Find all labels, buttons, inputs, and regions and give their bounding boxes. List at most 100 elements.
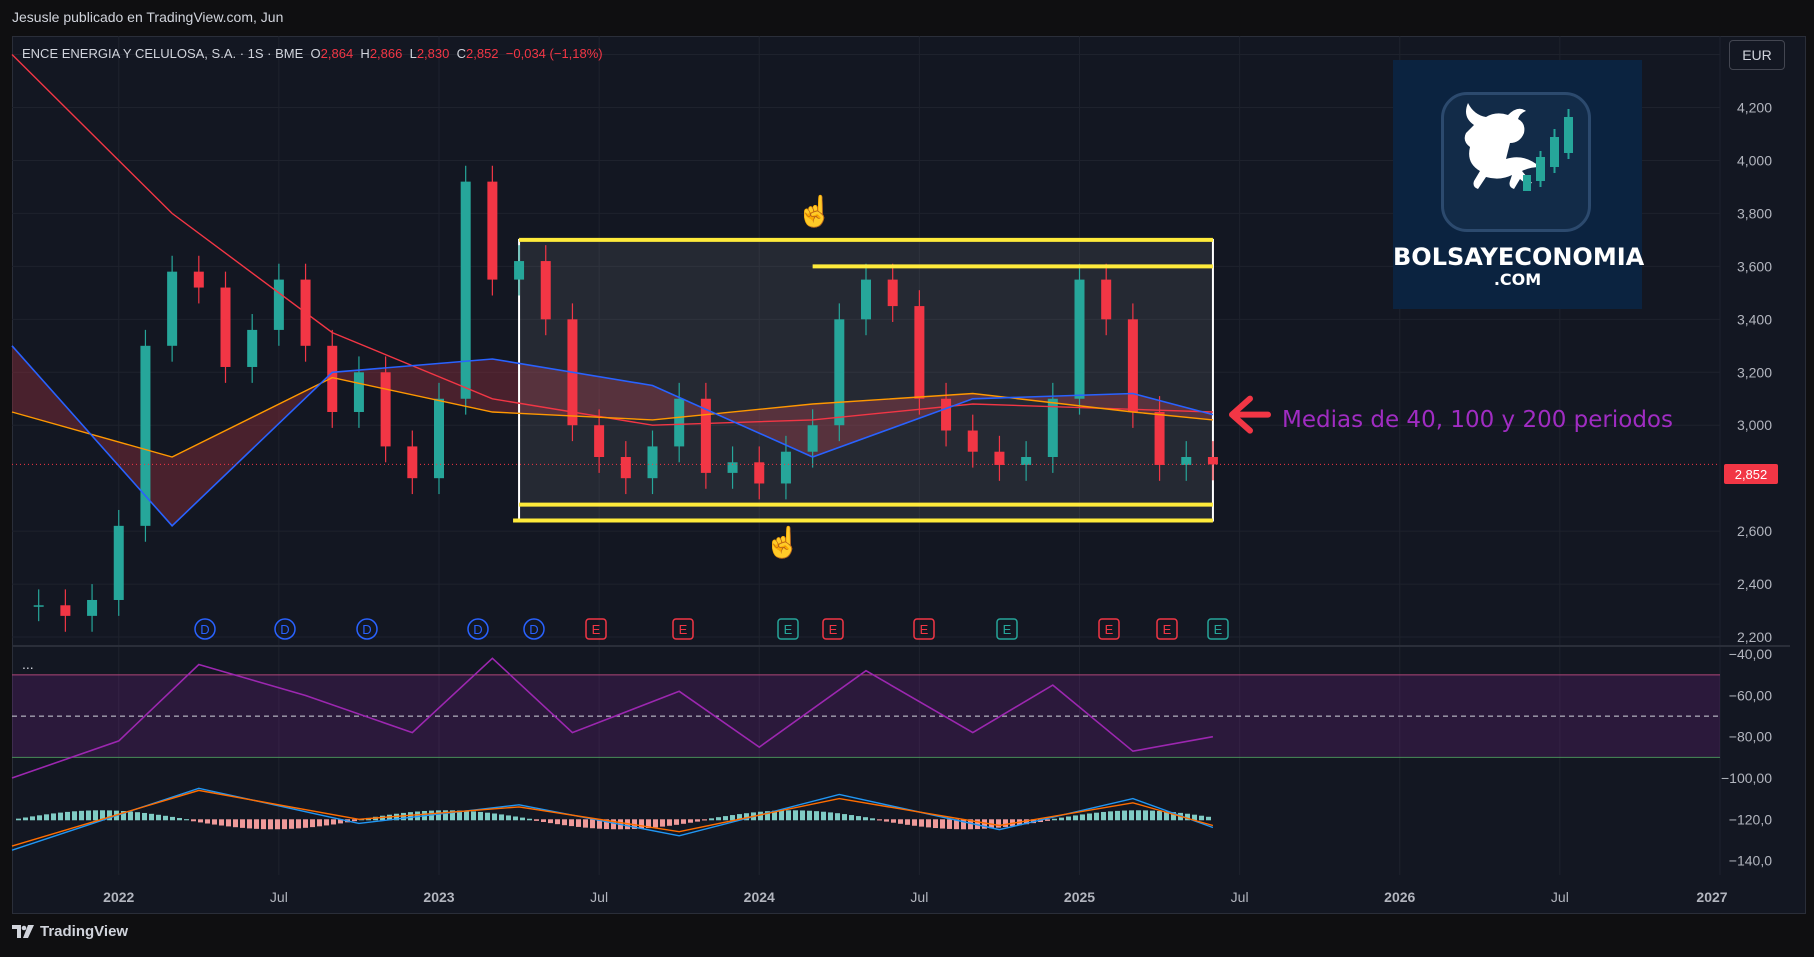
event-marker-label: D	[529, 622, 538, 637]
candle-body	[994, 451, 1005, 465]
macd-histogram-bar	[933, 819, 938, 829]
event-marker-label: E	[1163, 622, 1172, 637]
macd-histogram-bar	[541, 819, 546, 823]
macd-histogram-bar	[1080, 814, 1085, 821]
close-label: C	[456, 46, 466, 61]
macd-histogram-bar	[247, 819, 252, 829]
macd-histogram-bar	[877, 819, 882, 821]
bolsayeconomia-logo: BOLSAYECONOMIA .COM	[1393, 60, 1644, 309]
candle-body	[834, 319, 845, 426]
macd-histogram-bar	[870, 818, 875, 821]
macd-histogram-bar	[184, 819, 189, 821]
macd-histogram-bar	[128, 811, 133, 821]
candle-body	[353, 372, 364, 412]
candle-body	[941, 398, 952, 431]
macd-histogram-bar	[842, 814, 847, 821]
time-tick-label: 2026	[1384, 889, 1415, 905]
macd-histogram-bar	[261, 819, 266, 830]
macd-histogram-bar	[695, 819, 700, 822]
candle-body	[407, 446, 418, 479]
pane-menu-button[interactable]: ...	[22, 656, 34, 672]
macd-histogram-bar	[786, 810, 791, 821]
macd-histogram-bar	[653, 819, 658, 828]
macd-histogram-bar	[1108, 811, 1113, 821]
macd-histogram-bar	[268, 819, 273, 830]
macd-histogram-bar	[1157, 810, 1162, 821]
price-tick-label: 2,600	[1737, 523, 1772, 539]
macd-histogram-bar	[667, 819, 672, 826]
time-tick-label: 2022	[103, 889, 134, 905]
macd-histogram-bar	[506, 815, 511, 821]
macd-histogram-bar	[583, 819, 588, 828]
price-tick-label: 2,400	[1737, 576, 1772, 592]
macd-histogram-bar	[814, 811, 819, 821]
arrow-left-icon	[1229, 395, 1271, 434]
osc-tick-label: −140,0	[1729, 853, 1772, 869]
low-value: 2,830	[416, 46, 450, 61]
macd-histogram-bar	[44, 814, 49, 821]
candle-body	[1181, 457, 1192, 465]
macd-histogram-bar	[177, 818, 182, 821]
event-marker-label: D	[200, 622, 209, 637]
macd-histogram-bar	[513, 816, 518, 821]
macd-histogram-bar	[940, 819, 945, 829]
candle-body	[780, 451, 791, 484]
macd-histogram-bar	[919, 819, 924, 827]
macd-histogram-bar	[947, 819, 952, 829]
macd-histogram-bar	[254, 819, 259, 829]
candle-body	[60, 605, 71, 616]
currency-button[interactable]: EUR	[1729, 40, 1785, 70]
macd-histogram-bar	[499, 814, 504, 821]
macd-histogram-bar	[219, 819, 224, 826]
macd-histogram-bar	[464, 810, 469, 821]
price-tick-label: 4,200	[1737, 99, 1772, 115]
last-price-badge: 2,852	[1724, 464, 1778, 484]
macd-histogram-bar	[93, 810, 98, 821]
candle-body	[967, 430, 978, 452]
candle-body	[87, 599, 98, 616]
macd-histogram-bar	[51, 813, 56, 821]
macd-histogram-bar	[1136, 810, 1141, 821]
macd-histogram-bar	[436, 810, 441, 821]
macd-histogram-bar	[730, 815, 735, 821]
macd-histogram-bar	[282, 819, 287, 830]
osc-tick-label: −60,00	[1729, 687, 1772, 703]
macd-histogram-bar	[821, 811, 826, 821]
price-tick-label: 3,200	[1737, 364, 1772, 380]
candle-body	[754, 462, 765, 484]
candle-body	[247, 329, 258, 367]
event-marker-label: E	[679, 622, 688, 637]
macd-histogram-bar	[86, 810, 91, 821]
candle-body	[807, 425, 818, 452]
macd-histogram-bar	[1129, 810, 1134, 821]
price-tick-label: 3,800	[1737, 205, 1772, 221]
macd-histogram-bar	[205, 819, 210, 824]
candle-body	[540, 261, 551, 320]
osc-tick-label: −100,00	[1721, 770, 1772, 786]
time-tick-label: Jul	[1231, 889, 1249, 905]
footer-brand[interactable]: TradingView	[12, 923, 128, 940]
candle-body	[380, 372, 391, 447]
time-tick-label: Jul	[1551, 889, 1569, 905]
hand-pointing-up-icon: ☝	[796, 192, 833, 229]
symbol-label: ENCE ENERGIA Y CELULOSA, S.A. · 1S · BME	[22, 46, 304, 61]
macd-histogram-bar	[478, 811, 483, 821]
macd-histogram-bar	[548, 819, 553, 824]
logo-badge	[1441, 92, 1591, 232]
price-tick-label: 4,000	[1737, 152, 1772, 168]
bull-logo-icon	[1464, 103, 1573, 191]
macd-histogram-bar	[485, 812, 490, 821]
macd-histogram-bar	[807, 810, 812, 821]
macd-histogram-bar	[331, 819, 336, 825]
macd-histogram-bar	[863, 817, 868, 821]
macd-histogram-bar	[555, 819, 560, 825]
macd-histogram-bar	[905, 819, 910, 825]
candle-body	[674, 398, 685, 447]
macd-histogram-bar	[65, 811, 70, 821]
macd-histogram-bar	[1206, 816, 1211, 821]
candle-body	[487, 181, 498, 280]
macd-histogram-bar	[58, 812, 63, 821]
macd-histogram-bar	[198, 819, 203, 823]
macd-histogram-bar	[191, 819, 196, 822]
macd-histogram-bar	[681, 819, 686, 824]
